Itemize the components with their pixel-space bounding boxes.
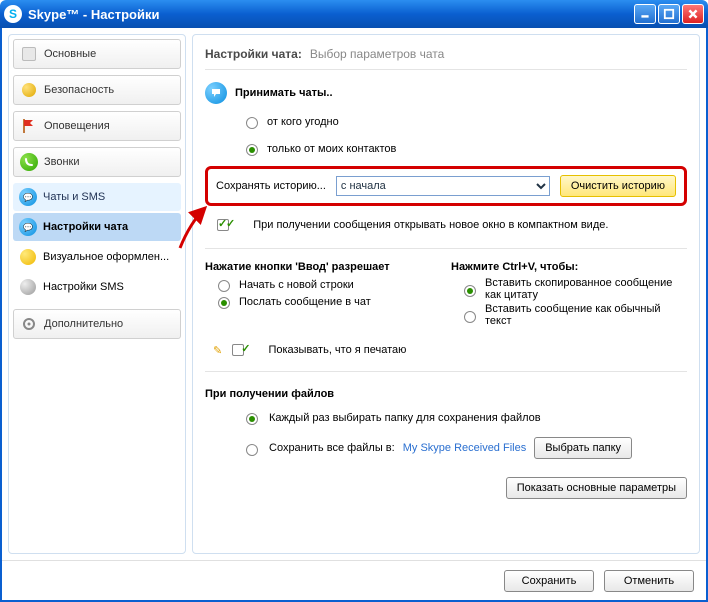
radio-accept-anyone[interactable] [246, 117, 258, 129]
radio-enter-send[interactable] [218, 297, 230, 309]
choose-folder-button[interactable]: Выбрать папку [534, 437, 632, 459]
gear-icon [20, 315, 38, 333]
label-accept-anyone: от кого угодно [267, 116, 339, 128]
sidebar-item-label: Визуальное оформлен... [43, 251, 169, 263]
files-title: При получении файлов [205, 388, 687, 400]
checkbox-typing-indicator[interactable] [232, 344, 244, 356]
radio-ctrlv-plain[interactable] [464, 311, 476, 323]
maximize-button[interactable] [658, 4, 680, 24]
basic-icon [20, 45, 38, 63]
sidebar-item-label: Дополнительно [44, 318, 123, 330]
ctrlv-title: Нажмите Ctrl+V, чтобы: [451, 261, 687, 273]
sidebar-item-label: Оповещения [44, 120, 110, 132]
pencil-icon: ✎ [213, 344, 222, 357]
sidebar-item-notifications[interactable]: Оповещения [13, 111, 181, 141]
sidebar-subitem-sms-settings[interactable]: Настройки SMS [13, 273, 181, 301]
sidebar: Основные Безопасность Оповещения Звонки [8, 34, 186, 554]
phone-icon [20, 153, 38, 171]
skype-logo-icon: S [4, 5, 22, 23]
titlebar: S Skype™ - Настройки [0, 0, 708, 28]
window-body: Основные Безопасность Оповещения Звонки [0, 28, 708, 602]
label-files-ask: Каждый раз выбирать папку для сохранения… [269, 412, 541, 424]
sidebar-item-label: Настройки SMS [43, 281, 124, 293]
save-button[interactable]: Сохранить [504, 570, 594, 592]
page-title: Настройки чата: [205, 47, 302, 61]
smile-icon [19, 248, 37, 266]
chat-bubble-icon [205, 82, 227, 104]
sidebar-item-label: Настройки чата [43, 221, 128, 233]
sidebar-item-label: Чаты и SMS [43, 191, 105, 203]
label-typing-indicator: Показывать, что я печатаю [268, 344, 406, 356]
radio-accept-contacts[interactable] [246, 144, 258, 156]
sidebar-item-basic[interactable]: Основные [13, 39, 181, 69]
history-label: Сохранять историю... [216, 180, 326, 192]
window-title: Skype™ - Настройки [28, 7, 159, 22]
accept-chats-title: Принимать чаты.. [205, 82, 687, 104]
files-folder-link[interactable]: My Skype Received Files [403, 442, 527, 454]
content-pane: Настройки чата: Выбор параметров чата Пр… [192, 34, 700, 554]
content-header: Настройки чата: Выбор параметров чата [205, 43, 687, 70]
lock-icon [20, 81, 38, 99]
enter-key-title: Нажатие кнопки 'Ввод' разрешает [205, 261, 441, 273]
label-enter-newline: Начать с новой строки [239, 279, 354, 291]
clear-history-button[interactable]: Очистить историю [560, 175, 676, 197]
sidebar-item-chats-sms[interactable]: 💬 Чаты и SMS [13, 183, 181, 211]
label-ctrlv-quote: Вставить скопированное сообщение как цит… [485, 277, 687, 301]
history-highlight-box: Сохранять историю... с начала Очистить и… [205, 166, 687, 206]
sidebar-item-label: Звонки [44, 156, 80, 168]
label-files-saveto: Сохранить все файлы в: [269, 442, 395, 454]
label-accept-contacts: только от моих контактов [267, 143, 396, 155]
sidebar-item-label: Основные [44, 48, 96, 60]
chat-icon: 💬 [19, 218, 37, 236]
flag-icon [20, 117, 38, 135]
cancel-button[interactable]: Отменить [604, 570, 694, 592]
checkbox-open-compact[interactable] [217, 219, 229, 231]
history-select[interactable]: с начала [336, 176, 550, 196]
sidebar-item-label: Безопасность [44, 84, 114, 96]
sidebar-item-advanced[interactable]: Дополнительно [13, 309, 181, 339]
radio-files-saveto[interactable] [246, 444, 258, 456]
sidebar-item-security[interactable]: Безопасность [13, 75, 181, 105]
sidebar-item-calls[interactable]: Звонки [13, 147, 181, 177]
sms-icon [19, 278, 37, 296]
sidebar-subitem-visual[interactable]: Визуальное оформлен... [13, 243, 181, 271]
label-ctrlv-plain: Вставить сообщение как обычный текст [485, 303, 687, 327]
label-enter-send: Послать сообщение в чат [239, 296, 371, 308]
dialog-footer: Сохранить Отменить [2, 560, 706, 600]
chat-icon: 💬 [19, 188, 37, 206]
radio-ctrlv-quote[interactable] [464, 285, 476, 297]
radio-files-ask[interactable] [246, 413, 258, 425]
minimize-button[interactable] [634, 4, 656, 24]
radio-enter-newline[interactable] [218, 280, 230, 292]
page-subtitle: Выбор параметров чата [310, 47, 444, 61]
show-basic-params-button[interactable]: Показать основные параметры [506, 477, 687, 499]
close-button[interactable] [682, 4, 704, 24]
label-open-compact: При получении сообщения открывать новое … [253, 219, 608, 231]
sidebar-subitem-chat-settings[interactable]: 💬 Настройки чата [13, 213, 181, 241]
